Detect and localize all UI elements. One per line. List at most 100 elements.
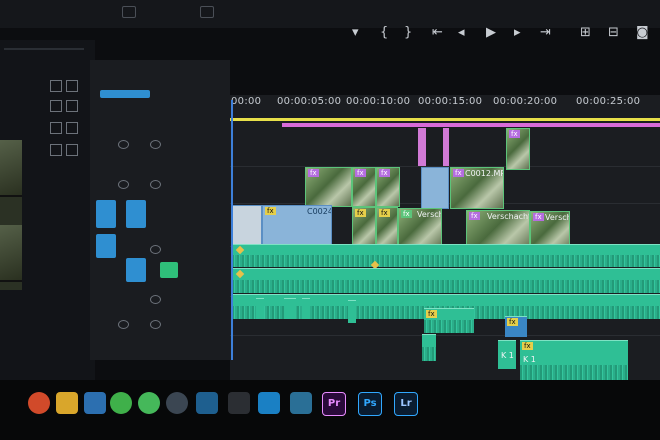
marker-icon[interactable]: ▾ — [352, 22, 359, 44]
eye-icon[interactable] — [118, 180, 129, 189]
clip-name: K 1 — [523, 355, 536, 364]
app-icon[interactable] — [258, 392, 280, 414]
audio-clip[interactable]: fx — [424, 308, 474, 333]
audio-clip[interactable]: fx — [505, 316, 527, 337]
video-clip[interactable]: fx — [352, 207, 376, 247]
media-thumbnail[interactable] — [0, 225, 22, 282]
audio-waveform — [520, 365, 628, 381]
export-frame-icon[interactable]: ◙ — [636, 22, 649, 44]
video-clip-c0012[interactable]: fx C0012.MP — [450, 167, 504, 209]
timecode-0: 00:00 — [231, 96, 262, 107]
folder-icon[interactable] — [56, 392, 78, 414]
browser-icon[interactable] — [28, 392, 50, 414]
app-icon[interactable] — [84, 392, 106, 414]
panel-icon[interactable] — [200, 6, 214, 18]
audio-clip[interactable] — [256, 298, 264, 319]
timecode-25: 00:00:25:00 — [576, 96, 641, 107]
step-back-icon[interactable]: ◂ — [458, 22, 465, 44]
fx-badge: fx — [265, 207, 276, 215]
audio-clip[interactable] — [232, 268, 660, 293]
app-icon[interactable] — [196, 392, 218, 414]
audio-waveform — [424, 319, 474, 333]
media-thumbnails — [0, 140, 22, 290]
transport-controls: ▾ { } ⇤ ◂ ▶ ▸ ⇥ ⊞ ⊟ ◙ — [340, 22, 660, 44]
track-target-a1[interactable] — [96, 234, 116, 258]
video-clip[interactable]: fx — [506, 128, 530, 170]
tool-icon[interactable] — [66, 144, 78, 156]
track-target-a2[interactable] — [126, 258, 146, 282]
track-target-v1[interactable] — [96, 200, 116, 228]
app-icon[interactable] — [228, 392, 250, 414]
panel-icon[interactable] — [122, 6, 136, 18]
tool-icon[interactable] — [66, 80, 78, 92]
playhead[interactable] — [231, 100, 233, 360]
go-to-out-icon[interactable]: ⇥ — [540, 22, 551, 44]
tool-icon[interactable] — [50, 144, 62, 156]
insert-icon[interactable]: ⊞ — [580, 22, 591, 44]
photoshop-icon[interactable]: Ps — [358, 392, 382, 416]
tool-icon[interactable] — [50, 122, 62, 134]
fx-badge: fx — [355, 169, 366, 177]
track-divider — [230, 335, 660, 336]
tool-icon[interactable] — [66, 100, 78, 112]
audio-clip[interactable] — [302, 298, 310, 319]
tool-icon[interactable] — [50, 80, 62, 92]
eye-icon[interactable] — [118, 320, 129, 329]
video-clip[interactable]: fx — [376, 167, 400, 207]
timecode-20: 00:00:20:00 — [493, 96, 558, 107]
audio-clip[interactable] — [422, 334, 436, 361]
timecode-5: 00:00:05:00 — [277, 96, 342, 107]
video-clip[interactable] — [418, 128, 426, 166]
video-clip[interactable]: fx — [352, 167, 376, 207]
fx-badge: fx — [426, 310, 437, 318]
audio-waveform — [232, 254, 660, 267]
audio-clip[interactable] — [232, 244, 660, 267]
app-icon[interactable] — [290, 392, 312, 414]
premiere-icon[interactable]: Pr — [322, 392, 346, 416]
play-icon[interactable]: ▶ — [486, 22, 496, 44]
track-target-v1-source[interactable] — [126, 200, 146, 228]
fx-badge: fx — [401, 210, 412, 218]
timecode-display[interactable] — [100, 90, 150, 98]
video-clip[interactable]: fx — [376, 207, 398, 247]
audio-clip[interactable] — [284, 298, 296, 319]
video-clip[interactable]: fx — [305, 167, 352, 207]
work-area-bar[interactable] — [230, 118, 660, 121]
eye-icon[interactable] — [150, 320, 161, 329]
go-to-in-icon[interactable]: ⇤ — [432, 22, 443, 44]
eye-icon[interactable] — [150, 245, 161, 254]
eye-icon[interactable] — [118, 140, 129, 149]
clip-name: Versch — [545, 213, 570, 222]
divider — [4, 48, 84, 50]
video-clip-versch[interactable]: fx Versch — [398, 208, 442, 248]
timecode-10: 00:00:10:00 — [346, 96, 411, 107]
mark-out-icon[interactable]: } — [404, 22, 412, 44]
video-clip[interactable] — [232, 205, 262, 247]
eye-icon[interactable] — [150, 140, 161, 149]
lightroom-icon[interactable]: Lr — [394, 392, 418, 416]
spotify-icon[interactable] — [110, 392, 132, 414]
media-thumbnail[interactable] — [0, 140, 22, 197]
app-icon[interactable] — [166, 392, 188, 414]
video-clip-c0024[interactable]: fx C0024 — [262, 205, 332, 247]
fx-badge: fx — [453, 169, 464, 177]
mark-in-icon[interactable]: { — [380, 22, 388, 44]
video-clip[interactable] — [443, 128, 449, 166]
timecode-15: 00:00:15:00 — [418, 96, 483, 107]
audio-clip-k1[interactable]: K 1 — [498, 340, 516, 369]
step-forward-icon[interactable]: ▸ — [514, 22, 521, 44]
fx-badge: fx — [522, 342, 533, 350]
fx-badge: fx — [469, 212, 480, 220]
whatsapp-icon[interactable] — [138, 392, 160, 414]
eye-icon[interactable] — [150, 180, 161, 189]
eye-icon[interactable] — [150, 295, 161, 304]
audio-clip-k1[interactable]: fx K 1 — [520, 340, 628, 381]
tool-icon[interactable] — [50, 100, 62, 112]
tool-icon[interactable] — [66, 122, 78, 134]
overwrite-icon[interactable]: ⊟ — [608, 22, 619, 44]
clip-name: Verschachtelt — [487, 212, 529, 221]
solo-track-button[interactable] — [160, 262, 178, 278]
fx-badge: fx — [533, 213, 544, 221]
audio-clip[interactable] — [348, 300, 356, 323]
video-clip[interactable] — [421, 167, 449, 209]
